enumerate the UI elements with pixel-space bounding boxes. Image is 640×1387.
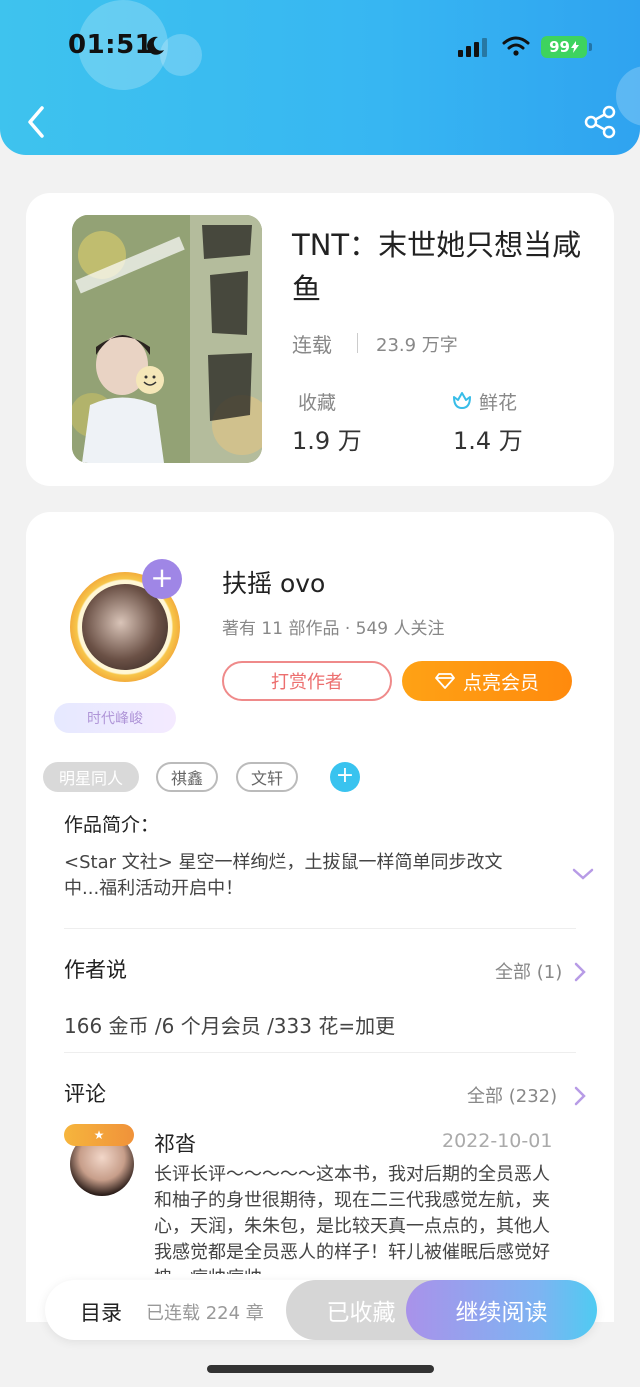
battery-cap xyxy=(589,43,592,51)
back-button[interactable] xyxy=(22,102,52,142)
decor-bubble xyxy=(160,34,202,76)
tag-item[interactable]: 祺鑫 xyxy=(156,762,218,792)
book-info-card: TNT：末世她只想当咸鱼 连载 23.9 万字 收藏 1.9 万 鲜花 1.4 … xyxy=(26,193,614,486)
battery-level: 99 xyxy=(549,38,570,56)
status-time: 01:51 xyxy=(68,30,154,60)
book-cover[interactable] xyxy=(72,215,262,463)
divider xyxy=(64,928,576,929)
cover-art xyxy=(72,215,262,463)
top-header: 01:51 99 xyxy=(0,0,640,155)
moon-icon xyxy=(147,36,164,55)
wifi-icon xyxy=(502,36,530,56)
favorites-label: 收藏 xyxy=(298,392,337,414)
author-says-title: 作者说 xyxy=(64,958,127,982)
recommender-badge: ★ xyxy=(64,1124,134,1146)
diamond-icon xyxy=(435,673,455,689)
chevron-down-icon[interactable] xyxy=(571,867,595,881)
follow-plus-button[interactable]: + xyxy=(142,559,182,599)
author-name[interactable]: 扶摇 ovo xyxy=(222,564,325,600)
author-meta: 著有 11 部作品 · 549 人关注 xyxy=(222,619,445,639)
commenter-name[interactable]: 祁沓 xyxy=(154,1128,196,1158)
chevron-right-icon[interactable] xyxy=(573,961,587,983)
signal-icon xyxy=(458,38,487,57)
share-button[interactable] xyxy=(582,104,618,140)
divider xyxy=(357,333,358,353)
chevron-right-icon[interactable] xyxy=(573,1085,587,1107)
table-of-contents-button[interactable]: 目录 xyxy=(80,1297,122,1327)
chapter-count[interactable]: 已连载 224 章 xyxy=(146,1299,264,1325)
author-detail-card: + 时代峰峻 扶摇 ovo 著有 11 部作品 · 549 人关注 打赏作者 点… xyxy=(26,512,614,1387)
comments-more-link[interactable]: 全部 (232) xyxy=(467,1082,557,1108)
comment-date: 2022-10-01 xyxy=(442,1130,553,1152)
comment-text[interactable]: 长评长评～～～～～这本书，我对后期的全员恶人和柚子的身世很期待，现在二三代我感觉… xyxy=(154,1162,554,1274)
flowers-label: 鲜花 xyxy=(479,392,518,414)
battery-indicator: 99 xyxy=(541,36,587,58)
vip-button[interactable]: 点亮会员 xyxy=(402,661,572,701)
tag-item[interactable]: 明星同人 xyxy=(43,762,139,792)
comments-title: 评论 xyxy=(64,1082,106,1106)
charging-icon xyxy=(570,41,579,53)
book-status: 连载 xyxy=(292,333,332,357)
tag-item[interactable]: 文轩 xyxy=(236,762,298,792)
author-says-more-link[interactable]: 全部 (1) xyxy=(495,958,562,984)
home-indicator xyxy=(207,1365,434,1373)
author-says-text: 166 金币 /6 个月会员 /333 花=加更 xyxy=(64,1014,396,1038)
flower-icon xyxy=(453,392,471,409)
flowers-value: 1.4 万 xyxy=(453,427,523,455)
continue-reading-button[interactable]: 继续阅读 xyxy=(406,1280,597,1340)
intro-text: <Star 文社> 星空一样绚烂，土拔鼠一样简单同步改文中...福利活动开启中！ xyxy=(64,852,503,899)
intro-title: 作品简介： xyxy=(64,814,160,836)
divider xyxy=(64,1052,576,1053)
decor-bubble xyxy=(616,66,640,126)
favorites-value: 1.9 万 xyxy=(292,427,362,455)
word-count: 23.9 万字 xyxy=(376,335,458,356)
author-badge: 时代峰峻 xyxy=(54,703,176,733)
add-tag-button[interactable]: + xyxy=(330,762,360,792)
book-title: TNT：末世她只想当咸鱼 xyxy=(292,228,582,306)
vip-button-label: 点亮会员 xyxy=(462,671,539,694)
tip-author-button[interactable]: 打赏作者 xyxy=(222,661,392,701)
